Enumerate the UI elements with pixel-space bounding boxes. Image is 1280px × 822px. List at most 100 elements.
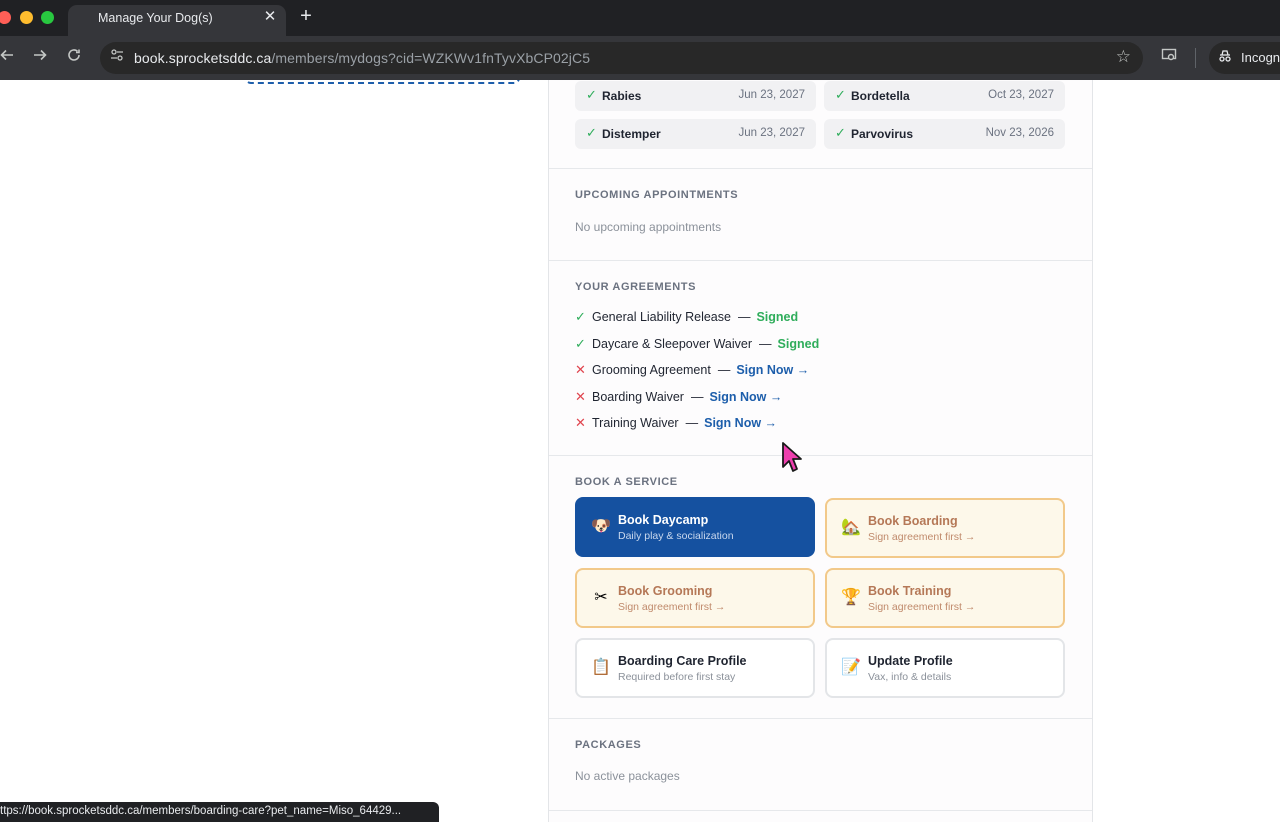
card-title: Book Grooming: [618, 584, 713, 598]
book-service-heading: BOOK A SERVICE: [575, 476, 678, 488]
bookmark-star-icon[interactable]: ☆: [1116, 47, 1131, 67]
card-subtitle: Sign agreement first →: [868, 531, 976, 543]
update-profile-button[interactable]: 📝 Update Profile Vax, info & details: [825, 638, 1065, 698]
vaccine-date: Oct 23, 2027: [988, 89, 1054, 101]
window-minimize-button[interactable]: [20, 11, 33, 24]
address-bar[interactable]: book.sprocketsddc.ca/members/mydogs?cid=…: [100, 42, 1143, 74]
mouse-cursor-icon: [782, 442, 802, 472]
agreement-name: Boarding Waiver: [592, 390, 684, 404]
packages-empty-text: No active packages: [575, 769, 680, 783]
check-icon: ✓: [586, 125, 597, 140]
forward-arrow-icon[interactable]: [30, 47, 50, 67]
sign-now-link[interactable]: Sign Now →: [709, 390, 782, 404]
card-subtitle: Daily play & socialization: [618, 530, 734, 542]
dog-face-icon: 🐶: [591, 518, 611, 535]
sign-now-link[interactable]: Sign Now →: [704, 416, 777, 430]
reload-icon[interactable]: [64, 47, 84, 67]
card-subtitle: Required before first stay: [618, 671, 736, 683]
signed-status: Signed: [777, 337, 820, 351]
vaccine-card-distemper: ✓ Distemper Jun 23, 2027: [575, 119, 816, 149]
url-path: /members/mydogs?cid=WZKWv1fnTyvXbCP02jC5: [271, 50, 591, 66]
url-text: book.sprocketsddc.ca/members/mydogs?cid=…: [134, 50, 590, 66]
status-url-text: ttps://book.sprocketsddc.ca/members/boar…: [0, 805, 402, 817]
card-title: Boarding Care Profile: [618, 654, 747, 668]
scissors-icon: ✂: [594, 589, 608, 606]
memo-icon: 📝: [841, 659, 861, 676]
packages-heading: PACKAGES: [575, 739, 642, 751]
toolbar-separator: [1195, 48, 1196, 68]
vaccine-name: Rabies: [602, 89, 642, 103]
house-icon: 🏡: [841, 519, 861, 536]
vaccine-card-parvovirus: ✓ Parvovirus Nov 23, 2026: [824, 119, 1065, 149]
back-arrow-icon[interactable]: [0, 47, 17, 67]
section-divider: [549, 168, 1092, 169]
browser-tab-bar: Manage Your Dog(s) ✕ +: [0, 0, 1280, 36]
vaccine-name: Distemper: [602, 127, 661, 141]
tab-title: Manage Your Dog(s): [98, 11, 213, 25]
page-content: ✓ Rabies Jun 23, 2027 ✓ Bordetella Oct 2…: [0, 80, 1280, 822]
new-tab-button[interactable]: +: [298, 5, 314, 28]
card-subtitle: Vax, info & details: [868, 671, 952, 683]
agreement-grooming: ✕ Grooming Agreement — Sign Now →: [575, 362, 810, 377]
appointments-heading: UPCOMING APPOINTMENTS: [575, 189, 739, 201]
vaccine-card-bordetella: ✓ Bordetella Oct 23, 2027: [824, 81, 1065, 111]
browser-tab[interactable]: Manage Your Dog(s) ✕: [68, 5, 286, 36]
vaccine-name: Bordetella: [851, 89, 910, 103]
trophy-icon: 🏆: [841, 589, 861, 606]
dashed-placeholder-box: [245, 80, 520, 84]
agreement-name: Grooming Agreement: [592, 363, 711, 377]
incognito-label: Incogn: [1241, 50, 1280, 65]
status-bar-url: ttps://book.sprocketsddc.ca/members/boar…: [0, 802, 439, 822]
check-icon: ✓: [835, 87, 846, 102]
cross-icon: ✕: [575, 362, 586, 377]
incognito-profile-button[interactable]: Incogn: [1209, 42, 1280, 74]
signed-status: Signed: [756, 310, 799, 324]
card-subtitle: Sign agreement first →: [618, 601, 726, 613]
vaccine-date: Nov 23, 2026: [985, 127, 1054, 139]
url-host: book.sprocketsddc.ca: [134, 50, 272, 66]
sign-now-link[interactable]: Sign Now →: [736, 363, 809, 377]
vaccine-date: Jun 23, 2027: [738, 89, 805, 101]
clipboard-icon: 📋: [591, 659, 611, 676]
window-zoom-button[interactable]: [41, 11, 54, 24]
book-training-button[interactable]: 🏆 Book Training Sign agreement first →: [825, 568, 1065, 628]
card-title: Book Daycamp: [618, 513, 709, 527]
agreement-name: Training Waiver: [592, 416, 679, 430]
vaccine-date: Jun 23, 2027: [738, 127, 805, 139]
card-title: Book Boarding: [868, 514, 958, 528]
agreement-general-liability: ✓ General Liability Release — Signed: [575, 309, 799, 324]
check-icon: ✓: [586, 87, 597, 102]
agreement-name: Daycare & Sleepover Waiver: [592, 337, 753, 351]
check-icon: ✓: [835, 125, 846, 140]
section-divider: [549, 455, 1092, 456]
check-icon: ✓: [575, 309, 586, 324]
appointments-empty-text: No upcoming appointments: [575, 220, 722, 234]
browser-toolbar: book.sprocketsddc.ca/members/mydogs?cid=…: [0, 36, 1280, 80]
card-title: Update Profile: [868, 654, 953, 668]
card-title: Book Training: [868, 584, 952, 598]
agreement-daycare-sleepover: ✓ Daycare & Sleepover Waiver — Signed: [575, 336, 820, 351]
tab-close-icon[interactable]: ✕: [262, 9, 278, 25]
book-grooming-button[interactable]: ✂ Book Grooming Sign agreement first →: [575, 568, 815, 628]
check-icon: ✓: [575, 336, 586, 351]
vaccine-card-rabies: ✓ Rabies Jun 23, 2027: [575, 81, 816, 111]
book-boarding-button[interactable]: 🏡 Book Boarding Sign agreement first →: [825, 498, 1065, 558]
window-close-button[interactable]: [0, 11, 11, 24]
agreement-training: ✕ Training Waiver — Sign Now →: [575, 415, 778, 430]
section-divider: [549, 260, 1092, 261]
card-subtitle: Sign agreement first →: [868, 601, 976, 613]
boarding-care-profile-button[interactable]: 📋 Boarding Care Profile Required before …: [575, 638, 815, 698]
section-divider: [549, 810, 1092, 811]
cross-icon: ✕: [575, 389, 586, 404]
dog-details-panel: ✓ Rabies Jun 23, 2027 ✓ Bordetella Oct 2…: [548, 80, 1093, 822]
cross-icon: ✕: [575, 415, 586, 430]
site-info-icon[interactable]: [107, 48, 127, 68]
agreement-boarding: ✕ Boarding Waiver — Sign Now →: [575, 389, 783, 404]
agreements-heading: YOUR AGREEMENTS: [575, 281, 697, 293]
media-search-icon[interactable]: [1159, 47, 1179, 67]
agreement-name: General Liability Release: [592, 310, 731, 324]
section-divider: [549, 718, 1092, 719]
book-daycamp-button[interactable]: 🐶 Book Daycamp Daily play & socializatio…: [575, 497, 815, 557]
vaccine-name: Parvovirus: [851, 127, 914, 141]
incognito-icon: [1218, 49, 1232, 66]
